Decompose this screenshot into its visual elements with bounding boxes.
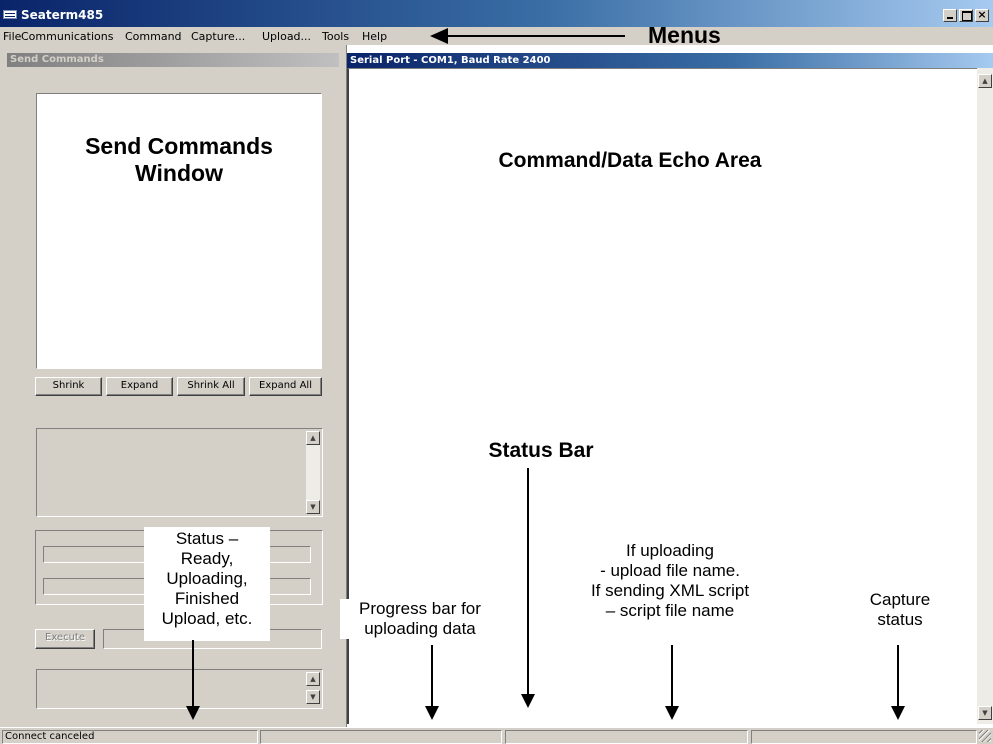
close-button[interactable]: × (975, 9, 989, 22)
annotation-progress-bar: Progress bar for uploading data (340, 599, 500, 639)
send-commands-header: Send Commands (7, 53, 339, 67)
annotation-capture-status-arrow (891, 645, 905, 720)
annotation-echo-area: Command/Data Echo Area (498, 149, 762, 172)
shrink-button[interactable]: Shrink (35, 377, 102, 396)
maximize-button[interactable] (959, 9, 973, 22)
command-list-scroll-track[interactable] (306, 445, 320, 500)
command-list-box[interactable] (36, 428, 323, 517)
annotation-send-commands-window: Send Commands Window (85, 133, 273, 186)
resize-grip[interactable] (979, 730, 991, 742)
output-scroll-down-icon[interactable]: ▼ (306, 690, 320, 704)
shrink-all-button[interactable]: Shrink All (177, 377, 245, 396)
title-bar: Seaterm485 × (0, 0, 993, 27)
annotation-upload-info-arrow (665, 645, 679, 720)
annotation-status-bar-arrow (521, 468, 535, 708)
echo-scroll-up-icon[interactable]: ▲ (978, 74, 992, 88)
annotation-status-desc-arrow (186, 640, 200, 720)
serial-port-header: Serial Port - COM1, Baud Rate 2400 (347, 53, 993, 68)
echo-scrollbar[interactable]: ▲ ▼ (977, 68, 993, 724)
app-icon (3, 10, 17, 19)
annotation-menus: Menus (648, 22, 721, 48)
annotation-progress-bar-arrow (425, 645, 439, 720)
status-panel-capture (751, 730, 977, 744)
menu-upload[interactable]: Upload... (262, 30, 311, 43)
annotation-menus-arrow (430, 28, 625, 44)
expand-all-button[interactable]: Expand All (249, 377, 322, 396)
output-scroll-up-icon[interactable]: ▲ (306, 672, 320, 686)
menu-help[interactable]: Help (362, 30, 387, 43)
window-title: Seaterm485 (21, 8, 104, 22)
status-panel-state: Connect canceled (2, 730, 258, 744)
echo-scroll-down-icon[interactable]: ▼ (978, 706, 992, 720)
execute-button[interactable]: Execute (35, 629, 95, 649)
annotation-status-desc: Status – Ready, Uploading, Finished Uplo… (144, 527, 270, 641)
menu-tools[interactable]: Tools (322, 30, 349, 43)
menu-file[interactable]: File (3, 30, 21, 43)
status-panel-progress (260, 730, 502, 744)
menu-capture[interactable]: Capture... (191, 30, 245, 43)
menu-communications[interactable]: Communications (21, 30, 113, 43)
expand-button[interactable]: Expand (106, 377, 173, 396)
annotation-capture-status: Capture status (869, 590, 931, 629)
menu-command[interactable]: Command (125, 30, 182, 43)
annotation-upload-info: If uploading - upload file name. If send… (590, 541, 750, 620)
status-bar: Connect canceled (0, 727, 993, 744)
scroll-up-icon[interactable]: ▲ (306, 431, 320, 445)
minimize-button[interactable] (943, 9, 957, 22)
scroll-down-icon[interactable]: ▼ (306, 500, 320, 514)
window-controls: × (943, 9, 989, 22)
annotation-status-bar: Status Bar (488, 439, 594, 462)
output-box[interactable] (36, 669, 323, 709)
status-panel-filename (505, 730, 748, 744)
